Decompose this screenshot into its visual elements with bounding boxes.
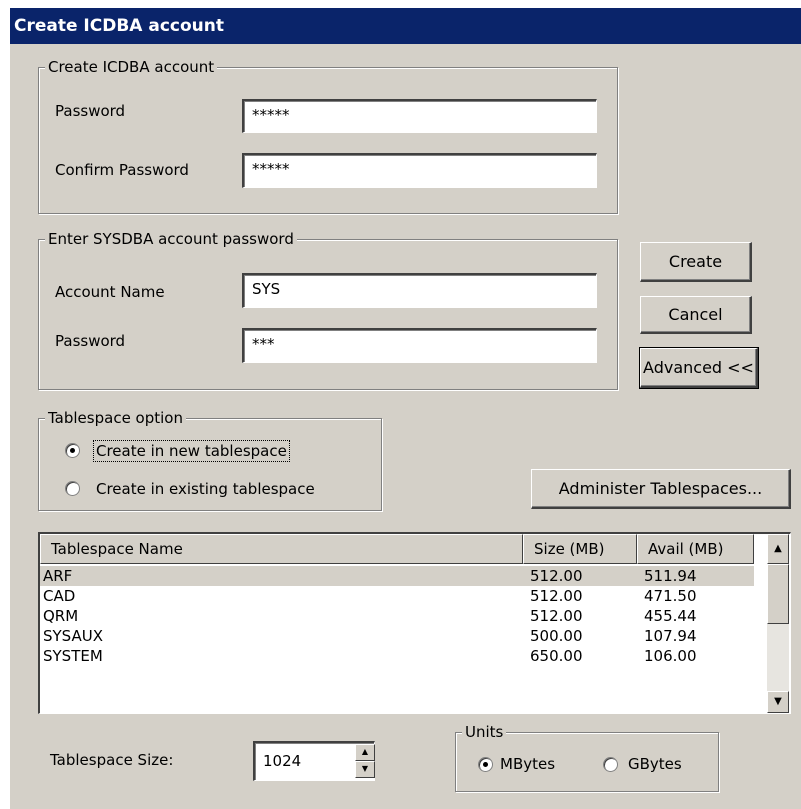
tablespace-size-cell: 512.00 — [530, 587, 583, 605]
units-legend: Units — [462, 722, 507, 742]
dialog-title-bar: Create ICDBA account — [10, 8, 801, 44]
column-header-avail[interactable]: Avail (MB) — [637, 534, 754, 564]
spin-down-arrow-icon[interactable]: ▼ — [355, 761, 375, 778]
tablespace-avail-cell: 471.50 — [644, 587, 697, 605]
sysdba-group-legend: Enter SYSDBA account password — [45, 229, 297, 249]
tablespace-option-group: Tablespace option Create in new tablespa… — [38, 408, 382, 511]
create-button[interactable]: Create — [640, 242, 752, 282]
tablespace-list[interactable]: Tablespace Name Size (MB) Avail (MB) ARF… — [38, 532, 791, 714]
tablespace-size-cell: 650.00 — [530, 647, 583, 665]
dialog-body: Create ICDBA account Password ***** Conf… — [10, 44, 801, 809]
table-row[interactable]: SYSAUX 500.00 107.94 — [40, 626, 754, 646]
icdba-account-group: Create ICDBA account Password ***** Conf… — [38, 57, 618, 214]
tablespace-name-cell: ARF — [43, 567, 73, 585]
tablespace-name-cell: SYSAUX — [43, 627, 103, 645]
gbytes-label[interactable]: GBytes — [628, 754, 682, 774]
sysdba-account-name-field[interactable]: SYS — [242, 273, 597, 308]
icdba-password-label: Password — [55, 102, 126, 120]
tablespace-size-spinner[interactable]: ▲ ▼ — [355, 744, 375, 778]
mbytes-label[interactable]: MBytes — [500, 754, 555, 774]
column-header-size[interactable]: Size (MB) — [523, 534, 637, 564]
tablespace-size-cell: 512.00 — [530, 607, 583, 625]
icdba-confirm-password-field[interactable]: ***** — [242, 153, 597, 188]
dialog-title: Create ICDBA account — [14, 16, 225, 36]
icdba-password-field[interactable]: ***** — [242, 99, 597, 133]
tablespace-size-cell: 500.00 — [530, 627, 583, 645]
create-existing-tablespace-radio[interactable] — [65, 481, 80, 496]
cancel-button[interactable]: Cancel — [640, 296, 752, 334]
create-existing-tablespace-label[interactable]: Create in existing tablespace — [96, 479, 315, 499]
scroll-up-arrow-icon[interactable]: ▲ — [767, 534, 789, 564]
tablespace-name-cell: CAD — [43, 587, 76, 605]
table-row[interactable]: ARF 512.00 511.94 — [40, 566, 754, 586]
icdba-confirm-password-label: Confirm Password — [55, 161, 189, 179]
scrollbar-thumb[interactable] — [767, 564, 789, 624]
vertical-scrollbar[interactable]: ▲ ▼ — [767, 534, 789, 713]
tablespace-avail-cell: 511.94 — [644, 567, 697, 585]
sysdba-password-field[interactable]: *** — [242, 328, 597, 363]
spin-up-arrow-icon[interactable]: ▲ — [355, 744, 375, 761]
scroll-down-arrow-icon[interactable]: ▼ — [767, 691, 789, 713]
table-row[interactable]: CAD 512.00 471.50 — [40, 586, 754, 606]
table-row[interactable]: SYSTEM 650.00 106.00 — [40, 646, 754, 666]
column-header-name[interactable]: Tablespace Name — [40, 534, 523, 564]
tablespace-avail-cell: 107.94 — [644, 627, 697, 645]
tablespace-avail-cell: 455.44 — [644, 607, 697, 625]
mbytes-radio[interactable] — [478, 757, 493, 772]
tablespace-name-cell: QRM — [43, 607, 79, 625]
tablespace-size-cell: 512.00 — [530, 567, 583, 585]
tablespace-option-legend: Tablespace option — [45, 408, 186, 428]
create-new-tablespace-label[interactable]: Create in new tablespace — [93, 440, 290, 462]
sysdba-password-label: Password — [55, 332, 126, 350]
advanced-button[interactable]: Advanced << — [639, 347, 759, 389]
create-new-tablespace-radio[interactable] — [65, 443, 80, 458]
gbytes-radio[interactable] — [603, 757, 618, 772]
sysdba-account-group: Enter SYSDBA account password Account Na… — [38, 229, 618, 390]
sysdba-account-name-label: Account Name — [55, 283, 165, 301]
table-row[interactable]: QRM 512.00 455.44 — [40, 606, 754, 626]
tablespace-size-label: Tablespace Size: — [50, 751, 174, 769]
administer-tablespaces-button[interactable]: Administer Tablespaces... — [531, 469, 791, 509]
icdba-group-legend: Create ICDBA account — [45, 57, 218, 77]
tablespace-name-cell: SYSTEM — [43, 647, 103, 665]
units-group: Units MBytes GBytes — [455, 722, 719, 792]
tablespace-avail-cell: 106.00 — [644, 647, 697, 665]
